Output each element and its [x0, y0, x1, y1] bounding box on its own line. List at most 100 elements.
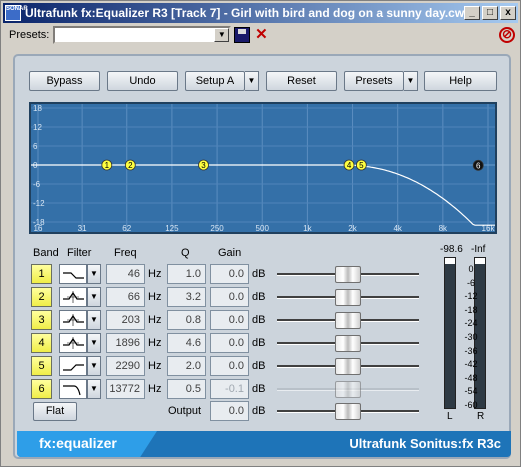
presets-combo[interactable]: ▼: [53, 26, 232, 44]
x-tick-label: 2k: [348, 224, 357, 232]
y-tick-label: 12: [33, 123, 42, 132]
gain-slider-knob[interactable]: [335, 358, 361, 375]
gain-slider-knob[interactable]: [335, 381, 361, 398]
freq-field[interactable]: 46: [106, 264, 145, 284]
band-row: 3 ▼ 203 Hz 0.8 0.0 dB: [15, 310, 513, 330]
band-toggle-button[interactable]: 5: [31, 356, 52, 376]
right-meter-peak: -Inf: [471, 244, 486, 255]
gain-field[interactable]: 0.0: [210, 356, 249, 376]
chevron-down-icon[interactable]: ▼: [87, 287, 101, 307]
x-tick-label: 4k: [393, 224, 402, 232]
app-icon[interactable]: SONAR: [5, 5, 28, 21]
chevron-down-icon[interactable]: ▼: [214, 28, 230, 42]
delete-icon[interactable]: ✕: [253, 27, 269, 43]
output-slider-knob[interactable]: [335, 403, 361, 420]
q-field[interactable]: 0.5: [167, 379, 206, 399]
band-row: 5 ▼ 2290 Hz 2.0 0.0 dB: [15, 356, 513, 376]
gain-field[interactable]: 0.0: [210, 264, 249, 284]
gain-unit: dB: [252, 360, 266, 372]
y-tick-label: -18: [33, 218, 45, 227]
band-toggle-button[interactable]: 6: [31, 379, 52, 399]
setup-dropdown[interactable]: Setup A ▼: [185, 71, 259, 91]
gain-slider-knob[interactable]: [335, 312, 361, 329]
gain-slider-knob[interactable]: [335, 289, 361, 306]
left-level-meter: [444, 257, 456, 409]
close-button[interactable]: x: [500, 6, 516, 20]
x-tick-label: 31: [78, 224, 87, 232]
output-gain-field[interactable]: 0.0: [210, 401, 249, 421]
freq-unit: Hz: [148, 268, 162, 280]
no-entry-icon[interactable]: ⊘: [499, 27, 515, 43]
gain-unit: dB: [252, 383, 266, 395]
eq-response-curve: [31, 164, 495, 226]
gain-slider-knob[interactable]: [335, 335, 361, 352]
chevron-down-icon[interactable]: ▼: [245, 71, 259, 91]
freq-unit: Hz: [148, 314, 162, 326]
filter-type-selector[interactable]: [59, 379, 87, 399]
band-marker-label: 5: [359, 161, 364, 170]
freq-header: Freq: [114, 247, 137, 259]
q-field[interactable]: 2.0: [167, 356, 206, 376]
q-field[interactable]: 0.8: [167, 310, 206, 330]
q-field[interactable]: 1.0: [167, 264, 206, 284]
gain-field[interactable]: -0.1: [210, 379, 249, 399]
footer-brand: fx:equalizer: [39, 435, 117, 451]
x-tick-label: 500: [256, 224, 270, 232]
filter-type-selector[interactable]: [59, 264, 87, 284]
gain-unit: dB: [252, 268, 266, 280]
chevron-down-icon[interactable]: ▼: [87, 310, 101, 330]
band-toggle-button[interactable]: 2: [31, 287, 52, 307]
setup-button[interactable]: Setup A: [185, 71, 245, 91]
bypass-button[interactable]: Bypass: [29, 71, 100, 91]
gain-slider-knob[interactable]: [335, 266, 361, 283]
chevron-down-icon[interactable]: ▼: [87, 356, 101, 376]
q-field[interactable]: 3.2: [167, 287, 206, 307]
chevron-down-icon[interactable]: ▼: [87, 333, 101, 353]
meter-scale-tick: -12: [464, 291, 478, 302]
meter-scale-tick: -48: [464, 372, 478, 383]
y-tick-label: -12: [33, 199, 45, 208]
peak-icon: [63, 337, 84, 349]
eq-curve-svg[interactable]: 16 31 62 125 250 500 1k 2k 4k 8k 16k181260-6-12-18…: [31, 104, 495, 232]
band-toggle-button[interactable]: 3: [31, 310, 52, 330]
filter-type-selector[interactable]: [59, 356, 87, 376]
freq-field[interactable]: 203: [106, 310, 145, 330]
gain-field[interactable]: 0.0: [210, 287, 249, 307]
freq-field[interactable]: 13772: [106, 379, 145, 399]
chevron-down-icon[interactable]: ▼: [404, 71, 418, 91]
meter-scale-tick: -42: [464, 359, 478, 370]
band-marker-label: 3: [201, 161, 206, 170]
freq-field[interactable]: 66: [106, 287, 145, 307]
meter-scale-tick: -24: [464, 318, 478, 329]
band-toggle-button[interactable]: 4: [31, 333, 52, 353]
title-bar[interactable]: SONAR Ultrafunk fx:Equalizer R3 [Track 7…: [3, 3, 518, 23]
band-header: Band: [33, 247, 59, 259]
chevron-down-icon[interactable]: ▼: [87, 379, 101, 399]
save-icon[interactable]: [234, 27, 251, 43]
gain-field[interactable]: 0.0: [210, 333, 249, 353]
filter-type-selector[interactable]: [59, 333, 87, 353]
minimize-button[interactable]: _: [464, 6, 480, 20]
help-button[interactable]: Help: [424, 71, 497, 91]
filter-type-selector[interactable]: [59, 310, 87, 330]
undo-button[interactable]: Undo: [107, 71, 178, 91]
output-row: Output 0.0 dB: [15, 401, 513, 421]
plugin-window: SONAR Ultrafunk fx:Equalizer R3 [Track 7…: [0, 0, 521, 467]
gain-field[interactable]: 0.0: [210, 310, 249, 330]
band-marker-label: 2: [128, 161, 133, 170]
band-toggle-button[interactable]: 1: [31, 264, 52, 284]
eq-curve-graph[interactable]: 16 31 62 125 250 500 1k 2k 4k 8k 16k 18 12 6 0 -6 -12 -18…: [29, 102, 497, 234]
freq-field[interactable]: 1896: [106, 333, 145, 353]
freq-field[interactable]: 2290: [106, 356, 145, 376]
q-field[interactable]: 4.6: [167, 333, 206, 353]
freq-unit: Hz: [148, 337, 162, 349]
maximize-button[interactable]: □: [482, 6, 498, 20]
footer-product: Ultrafunk Sonitus:fx R3c: [349, 436, 501, 451]
filter-type-selector[interactable]: [59, 287, 87, 307]
presets-dropdown[interactable]: Presets ▼: [344, 71, 418, 91]
reset-button[interactable]: Reset: [266, 71, 337, 91]
presets-button[interactable]: Presets: [344, 71, 404, 91]
meter-scale-tick: -30: [464, 332, 478, 342]
footer-bar: fx:equalizer Ultrafunk Sonitus:fx R3c: [17, 431, 511, 457]
chevron-down-icon[interactable]: ▼: [87, 264, 101, 284]
